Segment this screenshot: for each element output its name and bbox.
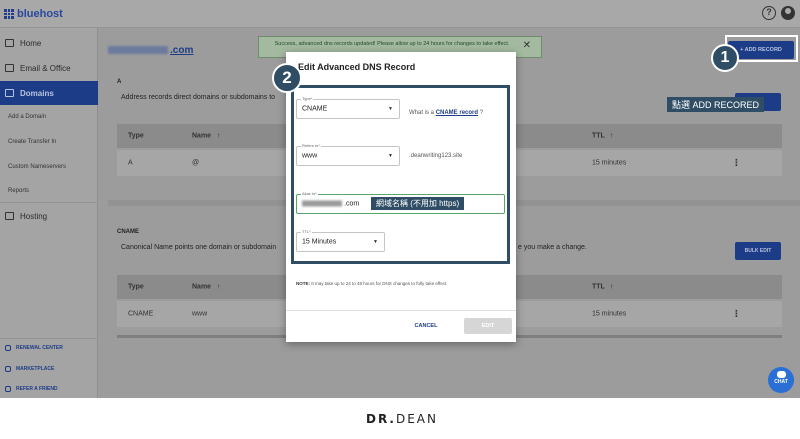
hosting-icon bbox=[5, 212, 14, 220]
sort-arrow-icon[interactable]: ↑ bbox=[610, 284, 614, 291]
sidebar-item-email[interactable]: Email & Office bbox=[0, 56, 98, 80]
logo-text: bluehost bbox=[17, 8, 63, 20]
sidebar-item-domains[interactable]: Domains bbox=[0, 81, 98, 105]
bluehost-logo[interactable]: bluehost bbox=[4, 6, 63, 22]
help-icon[interactable]: ? bbox=[762, 6, 776, 20]
row-menu-icon[interactable]: ⋮ bbox=[732, 158, 741, 169]
cancel-button[interactable]: CANCEL bbox=[406, 318, 446, 334]
cname-record-link[interactable]: CNAME record bbox=[436, 110, 478, 116]
sidebar-refer-friend[interactable]: REFER A FRIEND bbox=[5, 386, 58, 392]
a-section-label: A bbox=[117, 79, 122, 85]
sidebar-item-label: Hosting bbox=[20, 211, 48, 221]
sort-arrow-icon[interactable]: ↑ bbox=[610, 133, 614, 140]
chevron-down-icon: ▼ bbox=[373, 239, 378, 245]
dns-note: NOTE: It may take up to 24 to 48 hours f… bbox=[296, 281, 448, 286]
logo-grid-icon bbox=[4, 9, 14, 19]
sidebar-divider bbox=[0, 338, 98, 339]
type-helper: What is a CNAME record ? bbox=[409, 110, 484, 116]
row-menu-icon[interactable]: ⋮ bbox=[732, 309, 741, 320]
footer: DR.DEAN bbox=[0, 398, 800, 439]
top-bar: bluehost ? bbox=[0, 0, 800, 28]
step-1-note: 點選 ADD RECORED bbox=[667, 97, 765, 112]
user-avatar-icon[interactable] bbox=[781, 6, 795, 20]
redacted-alias bbox=[302, 200, 342, 207]
sidebar-marketplace[interactable]: MARKETPLACE bbox=[5, 366, 54, 372]
gift-icon bbox=[5, 386, 11, 392]
chevron-down-icon: ▼ bbox=[388, 153, 393, 159]
step-1-badge: 1 bbox=[711, 44, 739, 72]
sidebar-renewal-center[interactable]: RENEWAL CENTER bbox=[5, 345, 63, 351]
modal-title: Edit Advanced DNS Record bbox=[298, 62, 416, 72]
ttl-select[interactable]: TTL* 15 Minutes ▼ bbox=[296, 229, 385, 252]
modal-divider bbox=[286, 310, 516, 311]
renewal-icon bbox=[5, 345, 11, 351]
edit-button[interactable]: EDIT bbox=[464, 318, 512, 334]
sidebar-item-hosting[interactable]: Hosting bbox=[0, 204, 98, 228]
sidebar-subitem-nameservers[interactable]: Custom Nameservers bbox=[8, 164, 66, 170]
sidebar-item-home[interactable]: Home bbox=[0, 31, 98, 55]
sort-arrow-icon[interactable]: ↑ bbox=[217, 133, 221, 140]
mail-icon bbox=[5, 64, 14, 72]
sort-arrow-icon[interactable]: ↑ bbox=[217, 284, 221, 291]
sidebar-item-label: Email & Office bbox=[20, 63, 71, 73]
marketplace-icon bbox=[5, 366, 11, 372]
cname-section-description-tail: e you make a change. bbox=[518, 244, 587, 251]
domain-title[interactable]: .com bbox=[108, 45, 193, 56]
sidebar-subitem-transfer[interactable]: Create Transfer In bbox=[8, 139, 56, 145]
type-select[interactable]: Type* CNAME ▼ bbox=[296, 96, 400, 119]
close-icon[interactable]: ✕ bbox=[523, 41, 531, 51]
chat-icon bbox=[776, 371, 786, 378]
app-window: bluehost ? Home Email & Office Domains A… bbox=[0, 0, 800, 398]
sidebar-item-label: Home bbox=[20, 38, 42, 48]
sidebar: Home Email & Office Domains Add a Domain… bbox=[0, 28, 98, 398]
home-icon bbox=[5, 39, 14, 47]
domains-icon bbox=[5, 89, 14, 97]
chevron-down-icon: ▼ bbox=[388, 106, 393, 112]
drdean-logo: DR.DEAN bbox=[366, 412, 438, 426]
sidebar-divider bbox=[0, 202, 98, 203]
cname-section-description: Canonical Name points one domain or subd… bbox=[121, 244, 277, 251]
alias-note: 網域名稱 (不用加 https) bbox=[371, 197, 465, 210]
sidebar-subitem-reports[interactable]: Reports bbox=[8, 188, 29, 194]
sidebar-subitem-add-domain[interactable]: Add a Domain bbox=[8, 114, 46, 120]
cname-section-label: CNAME bbox=[117, 229, 139, 235]
chat-button[interactable]: CHAT bbox=[768, 367, 794, 393]
redacted-domain bbox=[108, 46, 168, 55]
refers-to-select[interactable]: Refers to* www ▼ bbox=[296, 143, 400, 166]
a-section-description: Address records direct domains or subdom… bbox=[121, 94, 276, 101]
refers-to-suffix: .deanwriting123.site bbox=[409, 153, 463, 159]
success-banner-text: Success, advanced dns records updated! P… bbox=[274, 41, 510, 47]
step-2-badge: 2 bbox=[272, 63, 302, 93]
sidebar-item-label: Domains bbox=[20, 88, 54, 98]
bulk-edit-button[interactable]: BULK EDIT bbox=[735, 242, 781, 260]
